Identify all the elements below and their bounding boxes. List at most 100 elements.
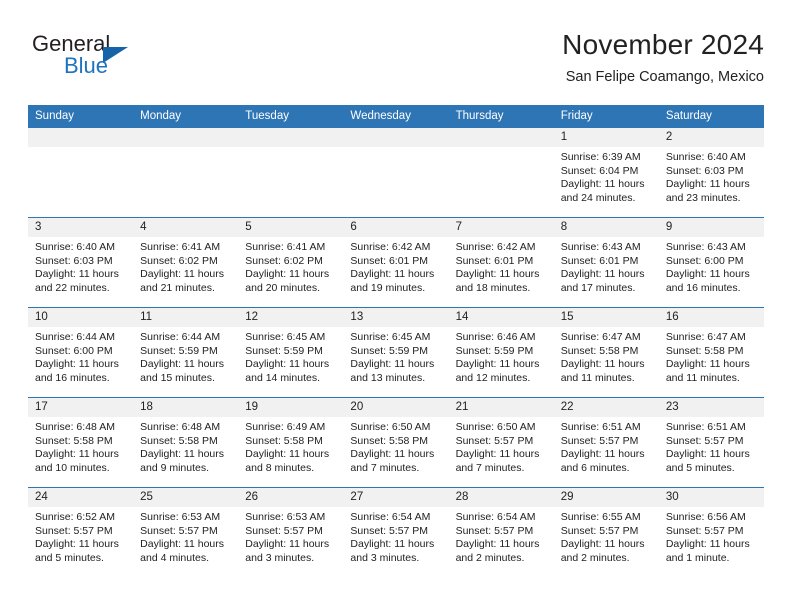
calendar-day-cell[interactable]: 28 Sunrise: 6:54 AM Sunset: 5:57 PM Dayligh… [448, 487, 554, 577]
day-number: 13 [343, 308, 449, 327]
daylight-text-line1: Daylight: 11 hours [560, 538, 645, 551]
sunset-text: Sunset: 5:58 PM [560, 344, 639, 357]
brand-logo[interactable]: General Blue [32, 32, 212, 88]
sunset-text: Sunset: 5:57 PM [665, 524, 744, 537]
daylight-text-line2: and 11 minutes. [665, 371, 740, 384]
daylight-text-line2: and 21 minutes. [140, 281, 215, 294]
day-number: 24 [28, 488, 134, 507]
calendar-header-row: Sunday Monday Tuesday Wednesday Thursday… [28, 105, 764, 128]
sunset-text: Sunset: 5:57 PM [350, 524, 429, 537]
sunset-text: Sunset: 5:57 PM [455, 434, 534, 447]
daylight-text-line1: Daylight: 11 hours [245, 538, 330, 551]
sunset-text: Sunset: 5:58 PM [665, 344, 744, 357]
calendar-day-cell[interactable]: 7 Sunrise: 6:42 AM Sunset: 6:01 PM Daylight… [448, 217, 554, 308]
calendar-day-cell[interactable]: 27 Sunrise: 6:54 AM Sunset: 5:57 PM Dayligh… [343, 487, 449, 577]
calendar-body: 1 Sunrise: 6:39 AM Sunset: 6:04 PM Daylight… [28, 128, 764, 577]
daylight-text-line1: Daylight: 11 hours [35, 358, 119, 371]
calendar-day-cell[interactable]: 14 Sunrise: 6:46 AM Sunset: 5:59 PM Dayligh… [448, 307, 554, 398]
calendar-day-cell-empty [448, 128, 554, 218]
sunset-text: Sunset: 6:03 PM [35, 254, 113, 267]
sunrise-text: Sunrise: 6:41 AM [140, 241, 221, 253]
day-details: Sunrise: 6:50 AM Sunset: 5:57 PM Daylight:… [449, 417, 554, 475]
weekday-header-friday: Friday [553, 105, 659, 128]
daylight-text-line2: and 16 minutes. [665, 281, 741, 294]
sunset-text: Sunset: 5:58 PM [140, 434, 218, 447]
day-number: 4 [133, 218, 239, 237]
calendar-day-cell[interactable]: 1 Sunrise: 6:39 AM Sunset: 6:04 PM Daylight… [553, 128, 659, 218]
day-details: Sunrise: 6:43 AM Sunset: 6:01 PM Daylight:… [554, 237, 659, 295]
calendar-day-cell[interactable]: 2 Sunrise: 6:40 AM Sunset: 6:03 PM Daylight… [658, 128, 764, 218]
calendar-day-cell[interactable]: 29 Sunrise: 6:55 AM Sunset: 5:57 PM Dayligh… [553, 487, 659, 577]
sunset-text: Sunset: 5:58 PM [245, 434, 323, 447]
calendar-day-cell[interactable]: 17 Sunrise: 6:48 AM Sunset: 5:58 PM Dayligh… [28, 397, 134, 488]
calendar-day-cell[interactable]: 5 Sunrise: 6:41 AM Sunset: 6:02 PM Daylight… [238, 217, 344, 308]
day-number: 3 [28, 218, 134, 237]
weekday-header-thursday: Thursday [448, 105, 554, 128]
calendar-week-row: 24 Sunrise: 6:52 AM Sunset: 5:57 PM Dayligh… [28, 487, 764, 577]
day-number: 25 [133, 488, 239, 507]
calendar-day-cell[interactable]: 25 Sunrise: 6:53 AM Sunset: 5:57 PM Dayligh… [133, 487, 239, 577]
daylight-text-line2: and 16 minutes. [35, 371, 110, 384]
day-number: 9 [658, 218, 764, 237]
calendar-day-cell[interactable]: 19 Sunrise: 6:49 AM Sunset: 5:58 PM Dayligh… [238, 397, 344, 488]
calendar-day-cell[interactable]: 20 Sunrise: 6:50 AM Sunset: 5:58 PM Dayligh… [343, 397, 449, 488]
sunrise-text: Sunrise: 6:44 AM [140, 331, 221, 343]
sunrise-text: Sunrise: 6:40 AM [35, 241, 115, 253]
calendar-day-cell[interactable]: 21 Sunrise: 6:50 AM Sunset: 5:57 PM Dayligh… [448, 397, 554, 488]
calendar-day-cell[interactable]: 23 Sunrise: 6:51 AM Sunset: 5:57 PM Dayligh… [658, 397, 764, 488]
calendar-day-cell[interactable]: 15 Sunrise: 6:47 AM Sunset: 5:58 PM Dayligh… [553, 307, 659, 398]
calendar-day-cell[interactable]: 4 Sunrise: 6:41 AM Sunset: 6:02 PM Daylight… [133, 217, 239, 308]
sunset-text: Sunset: 5:57 PM [35, 524, 113, 537]
calendar-day-cell[interactable]: 30 Sunrise: 6:56 AM Sunset: 5:57 PM Dayligh… [658, 487, 764, 577]
daylight-text-line2: and 5 minutes. [35, 551, 104, 564]
calendar-day-cell[interactable]: 12 Sunrise: 6:45 AM Sunset: 5:59 PM Dayligh… [238, 307, 344, 398]
daylight-text-line1: Daylight: 11 hours [140, 448, 224, 461]
sunrise-text: Sunrise: 6:46 AM [455, 331, 536, 343]
sunset-text: Sunset: 5:59 PM [245, 344, 323, 357]
day-number [448, 128, 554, 147]
daylight-text-line1: Daylight: 11 hours [350, 358, 435, 371]
calendar-day-cell[interactable]: 9 Sunrise: 6:43 AM Sunset: 6:00 PM Daylight… [658, 217, 764, 308]
day-number: 29 [553, 488, 659, 507]
sunset-text: Sunset: 6:02 PM [140, 254, 218, 267]
daylight-text-line2: and 5 minutes. [665, 461, 735, 474]
calendar-day-cell[interactable]: 24 Sunrise: 6:52 AM Sunset: 5:57 PM Dayligh… [28, 487, 134, 577]
day-number: 15 [553, 308, 659, 327]
day-number: 27 [343, 488, 449, 507]
day-details: Sunrise: 6:54 AM Sunset: 5:57 PM Daylight:… [343, 507, 448, 565]
title-block: November 2024 San Felipe Coamango, Mexic… [284, 28, 764, 87]
sunrise-text: Sunrise: 6:51 AM [665, 421, 746, 433]
day-details: Sunrise: 6:46 AM Sunset: 5:59 PM Daylight:… [449, 327, 554, 385]
calendar-grid: Sunday Monday Tuesday Wednesday Thursday… [28, 105, 764, 577]
calendar-day-cell[interactable]: 13 Sunrise: 6:45 AM Sunset: 5:59 PM Dayligh… [343, 307, 449, 398]
calendar-day-cell[interactable]: 6 Sunrise: 6:42 AM Sunset: 6:01 PM Daylight… [343, 217, 449, 308]
day-number: 10 [28, 308, 134, 327]
daylight-text-line1: Daylight: 11 hours [140, 538, 224, 551]
calendar-day-cell[interactable]: 11 Sunrise: 6:44 AM Sunset: 5:59 PM Dayligh… [133, 307, 239, 398]
day-details: Sunrise: 6:55 AM Sunset: 5:57 PM Daylight:… [554, 507, 659, 565]
calendar-day-cell[interactable]: 18 Sunrise: 6:48 AM Sunset: 5:58 PM Dayligh… [133, 397, 239, 488]
daylight-text-line2: and 7 minutes. [455, 461, 525, 474]
sunrise-text: Sunrise: 6:45 AM [350, 331, 431, 343]
weekday-header-sunday: Sunday [28, 105, 134, 128]
sunrise-text: Sunrise: 6:48 AM [140, 421, 221, 433]
day-details: Sunrise: 6:53 AM Sunset: 5:57 PM Daylight:… [133, 507, 238, 565]
calendar-day-cell[interactable]: 22 Sunrise: 6:51 AM Sunset: 5:57 PM Dayligh… [553, 397, 659, 488]
sunrise-text: Sunrise: 6:53 AM [140, 511, 221, 523]
calendar-day-cell[interactable]: 26 Sunrise: 6:53 AM Sunset: 5:57 PM Dayligh… [238, 487, 344, 577]
day-details: Sunrise: 6:39 AM Sunset: 6:04 PM Daylight:… [554, 147, 659, 205]
calendar-day-cell[interactable]: 3 Sunrise: 6:40 AM Sunset: 6:03 PM Daylight… [28, 217, 134, 308]
daylight-text-line1: Daylight: 11 hours [350, 448, 435, 461]
daylight-text-line1: Daylight: 11 hours [560, 448, 645, 461]
daylight-text-line2: and 3 minutes. [350, 551, 420, 564]
weekday-header-saturday: Saturday [658, 105, 764, 128]
sunset-text: Sunset: 5:58 PM [35, 434, 113, 447]
calendar-week-row: 10 Sunrise: 6:44 AM Sunset: 6:00 PM Dayligh… [28, 307, 764, 398]
calendar-day-cell[interactable]: 16 Sunrise: 6:47 AM Sunset: 5:58 PM Dayligh… [658, 307, 764, 398]
daylight-text-line1: Daylight: 11 hours [560, 178, 645, 191]
daylight-text-line2: and 7 minutes. [350, 461, 420, 474]
calendar-day-cell[interactable]: 10 Sunrise: 6:44 AM Sunset: 6:00 PM Dayligh… [28, 307, 134, 398]
sunrise-text: Sunrise: 6:47 AM [665, 331, 746, 343]
calendar-day-cell[interactable]: 8 Sunrise: 6:43 AM Sunset: 6:01 PM Daylight… [553, 217, 659, 308]
daylight-text-line2: and 2 minutes. [455, 551, 525, 564]
